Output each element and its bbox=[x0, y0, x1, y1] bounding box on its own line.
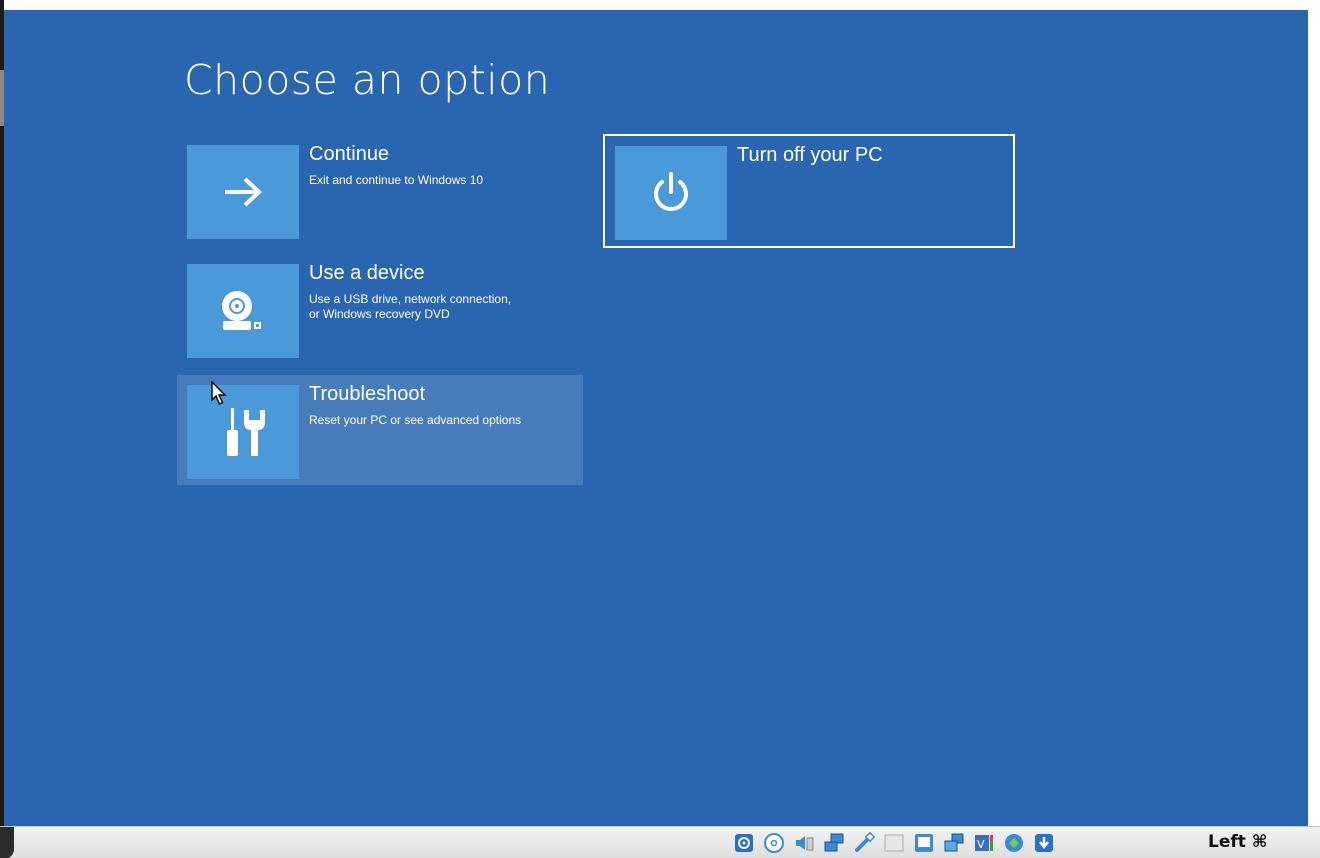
disc-drive-icon bbox=[222, 291, 261, 330]
network-icon[interactable] bbox=[822, 832, 846, 854]
audio-icon[interactable] bbox=[792, 832, 816, 854]
option-turn-off-title: Turn off your PC bbox=[737, 144, 883, 166]
shared-folders-icon[interactable] bbox=[882, 832, 906, 854]
host-key-indicator[interactable]: Left ⌘ bbox=[1208, 832, 1268, 852]
option-continue[interactable]: Continue Exit and continue to Windows 10 bbox=[177, 135, 583, 245]
optical-drive-icon[interactable] bbox=[762, 832, 786, 854]
video-capture-icon[interactable] bbox=[942, 832, 966, 854]
option-troubleshoot-tile bbox=[187, 385, 299, 479]
option-use-device-description: Use a USB drive, network connection, or … bbox=[309, 292, 512, 321]
option-continue-title: Continue bbox=[309, 143, 390, 165]
option-turn-off[interactable]: Turn off your PC bbox=[603, 134, 1015, 248]
option-continue-description: Exit and continue to Windows 10 bbox=[309, 173, 484, 187]
cpu-icon[interactable]: V bbox=[972, 832, 996, 854]
status-bar-corner bbox=[0, 827, 14, 858]
page-title: Choose an option bbox=[184, 56, 551, 104]
option-troubleshoot-description: Reset your PC or see advanced options bbox=[309, 413, 522, 427]
usb-icon[interactable] bbox=[852, 832, 876, 854]
mouse-cursor-icon bbox=[211, 381, 227, 405]
status-bar-icons: V bbox=[732, 832, 1056, 854]
power-icon bbox=[654, 172, 688, 211]
mouse-integration-icon[interactable] bbox=[1032, 832, 1056, 854]
option-turn-off-tile bbox=[615, 146, 727, 240]
window-right-margin bbox=[1308, 10, 1320, 826]
arrow-right-icon bbox=[225, 177, 262, 207]
option-use-device[interactable]: Use a device Use a USB drive, network co… bbox=[177, 254, 583, 364]
vm-screen[interactable]: Choose an option Continue Exit and conti… bbox=[4, 10, 1308, 826]
option-use-device-tile bbox=[187, 264, 299, 358]
option-use-device-title: Use a device bbox=[309, 262, 425, 284]
window-top-strip bbox=[4, 0, 1320, 10]
option-troubleshoot[interactable]: Troubleshoot Reset your PC or see advanc… bbox=[177, 375, 583, 485]
option-troubleshoot-title: Troubleshoot bbox=[309, 383, 425, 405]
tools-icon bbox=[227, 408, 265, 456]
hard-disk-icon[interactable] bbox=[732, 832, 756, 854]
option-continue-tile bbox=[187, 145, 299, 239]
vm-status-bar: V Left ⌘ bbox=[0, 826, 1320, 858]
svg-text:V: V bbox=[977, 838, 985, 851]
recording-icon[interactable] bbox=[1002, 832, 1026, 854]
display-icon[interactable] bbox=[912, 832, 936, 854]
